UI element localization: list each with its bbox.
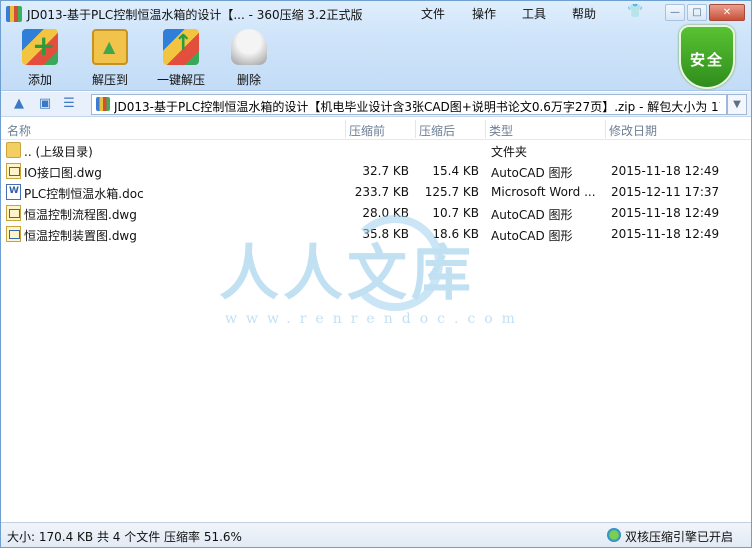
file-modified: 2015-11-18 12:49 [611, 164, 720, 178]
title-bar[interactable]: JD013-基于PLC控制恒温水箱的设计【... - 360压缩 3.2正式版 … [1, 1, 751, 27]
dwg-file-icon [6, 205, 21, 221]
file-type: 文件夹 [491, 145, 528, 159]
file-modified: 2015-11-18 12:49 [611, 206, 720, 220]
address-dropdown-chevron-icon[interactable]: ▼ [727, 94, 747, 115]
watermark-text: 人人文库 [219, 239, 475, 309]
delete-button[interactable]: 删除 [221, 29, 277, 89]
one-click-extract-button[interactable]: 一键解压 [151, 29, 211, 89]
file-modified: 2015-11-18 12:49 [611, 227, 720, 241]
column-modified[interactable]: 修改日期 [609, 122, 657, 139]
watermark-url: www.renrendoc.com [225, 311, 524, 327]
file-modified: 2015-12-11 17:37 [611, 185, 720, 199]
skin-shirt-icon[interactable]: 👕 [627, 4, 643, 20]
add-archive-icon [22, 29, 58, 65]
file-row[interactable]: .. (上级目录) 文件夹 [1, 140, 751, 161]
one-click-extract-icon [163, 29, 199, 65]
archive-icon [96, 97, 110, 111]
engine-status[interactable]: 双核压缩引擎已开启 [625, 528, 733, 545]
app-window: JD013-基于PLC控制恒温水箱的设计【... - 360压缩 3.2正式版 … [0, 0, 752, 548]
status-bar: 大小: 170.4 KB 共 4 个文件 压缩率 51.6% 双核压缩引擎已开启 [1, 522, 751, 547]
file-name: .. (上级目录) [24, 145, 93, 159]
maximize-button[interactable]: □ [687, 4, 707, 21]
file-name: IO接口图.dwg [24, 166, 102, 180]
file-list-header: 名称 压缩前 压缩后 类型 修改日期 [1, 118, 751, 140]
file-name: PLC控制恒温水箱.doc [24, 187, 144, 201]
column-divider[interactable] [415, 120, 416, 138]
add-button[interactable]: 添加 [9, 29, 71, 89]
file-type: AutoCAD 图形 [491, 166, 573, 180]
delete-label: 删除 [236, 73, 261, 87]
one-click-extract-label: 一键解压 [156, 73, 205, 87]
file-size-before: 233.7 KB [354, 185, 409, 199]
status-summary: 大小: 170.4 KB 共 4 个文件 压缩率 51.6% [7, 530, 242, 544]
app-logo-icon [6, 6, 22, 22]
address-band: ▲ ▣ ☰ JD013-基于PLC控制恒温水箱的设计【机电毕业设计含3张CAD图… [1, 92, 751, 117]
address-path: JD013-基于PLC控制恒温水箱的设计【机电毕业设计含3张CAD图+说明书论文… [114, 100, 720, 114]
menu-help[interactable]: 帮助 [572, 5, 596, 22]
column-divider[interactable] [485, 120, 486, 138]
file-name: 恒温控制流程图.dwg [24, 208, 137, 222]
minimize-button[interactable]: — [665, 4, 685, 21]
extract-to-icon [92, 29, 128, 65]
file-name: 恒温控制装置图.dwg [24, 229, 137, 243]
up-arrow-icon[interactable]: ▲ [11, 96, 27, 112]
file-size-before: 32.7 KB [362, 164, 409, 178]
extract-to-button[interactable]: 解压到 [79, 29, 141, 89]
file-size-after: 125.7 KB [424, 185, 479, 199]
file-type: Microsoft Word ... [491, 185, 596, 199]
menu-file[interactable]: 文件 [421, 5, 445, 22]
file-size-after: 15.4 KB [432, 164, 479, 178]
security-shield-badge[interactable]: 安全 [679, 25, 735, 89]
view-thumbnails-icon[interactable]: ▣ [37, 96, 53, 112]
dwg-file-icon [6, 226, 21, 242]
column-size-before[interactable]: 压缩前 [349, 122, 385, 139]
word-file-icon [6, 184, 21, 200]
menu-tools[interactable]: 工具 [522, 5, 546, 22]
column-divider[interactable] [605, 120, 606, 138]
watermark: 人人文库 www.renrendoc.com [219, 211, 519, 341]
dwg-file-icon [6, 163, 21, 179]
menu-operations[interactable]: 操作 [472, 5, 496, 22]
security-shield-label: 安全 [689, 51, 724, 69]
top-band: JD013-基于PLC控制恒温水箱的设计【... - 360压缩 3.2正式版 … [1, 1, 751, 91]
close-button[interactable]: ✕ [709, 4, 745, 21]
view-list-icon[interactable]: ☰ [61, 96, 77, 112]
address-bar[interactable]: JD013-基于PLC控制恒温水箱的设计【机电毕业设计含3张CAD图+说明书论文… [91, 94, 727, 115]
file-row[interactable]: PLC控制恒温水箱.doc 233.7 KB 125.7 KB Microsof… [1, 182, 751, 203]
add-label: 添加 [27, 73, 52, 87]
window-title: JD013-基于PLC控制恒温水箱的设计【... - 360压缩 3.2正式版 [27, 8, 363, 22]
extract-to-label: 解压到 [91, 73, 128, 87]
delete-icon [231, 29, 267, 65]
column-size-after[interactable]: 压缩后 [419, 122, 455, 139]
folder-icon [6, 142, 21, 158]
file-row[interactable]: IO接口图.dwg 32.7 KB 15.4 KB AutoCAD 图形 201… [1, 161, 751, 182]
column-type[interactable]: 类型 [489, 122, 513, 139]
dual-core-engine-icon [607, 528, 621, 542]
column-name[interactable]: 名称 [7, 122, 31, 139]
column-divider[interactable] [345, 120, 346, 138]
